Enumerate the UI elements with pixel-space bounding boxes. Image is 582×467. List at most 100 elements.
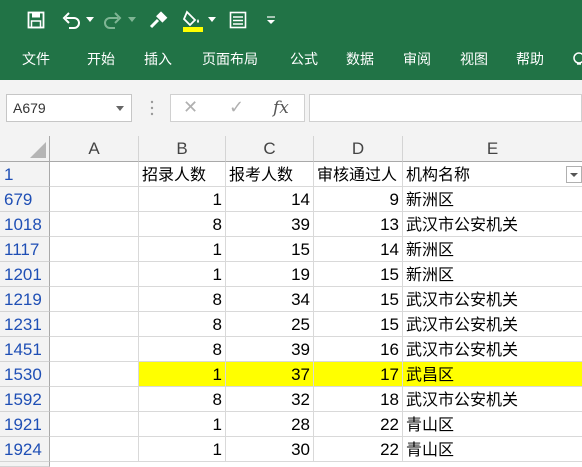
cell-d[interactable]: 16 bbox=[314, 337, 403, 362]
column-header-e[interactable]: E bbox=[403, 136, 582, 162]
column-header-c[interactable]: C bbox=[226, 136, 314, 162]
row-header[interactable]: 1451 bbox=[0, 337, 50, 362]
cell-d[interactable]: 13 bbox=[314, 212, 403, 237]
cell-a1[interactable] bbox=[50, 162, 139, 187]
save-icon[interactable] bbox=[24, 8, 48, 32]
cell-c[interactable]: 15 bbox=[226, 237, 314, 262]
select-all-corner[interactable] bbox=[0, 136, 50, 162]
tab-view[interactable]: 视图 bbox=[460, 40, 488, 80]
enter-button[interactable]: ✓ bbox=[229, 95, 244, 121]
name-box[interactable]: A679 bbox=[6, 94, 132, 122]
cell-e[interactable]: 新洲区 bbox=[403, 237, 582, 262]
column-header-b[interactable]: B bbox=[139, 136, 226, 162]
cell-a[interactable] bbox=[50, 262, 139, 287]
row-header[interactable]: 1231 bbox=[0, 312, 50, 337]
cell-e1[interactable]: 机构名称 bbox=[403, 162, 582, 187]
cell-a[interactable] bbox=[50, 237, 139, 262]
cell-b[interactable]: 8 bbox=[139, 312, 226, 337]
form-icon[interactable] bbox=[226, 8, 250, 32]
cell-c1[interactable]: 报考人数 bbox=[226, 162, 314, 187]
insert-function-button[interactable]: fx bbox=[273, 94, 289, 122]
cell-c[interactable]: 37 bbox=[226, 362, 314, 387]
cell-c[interactable]: 30 bbox=[226, 437, 314, 462]
cell-e[interactable]: 武汉市公安机关 bbox=[403, 387, 582, 412]
cell-b[interactable]: 1 bbox=[139, 437, 226, 462]
cell-e[interactable]: 武汉市公安机关 bbox=[403, 212, 582, 237]
undo-icon[interactable] bbox=[60, 8, 82, 32]
cell-b[interactable]: 1 bbox=[139, 412, 226, 437]
cell-a[interactable] bbox=[50, 387, 139, 412]
cell-e[interactable]: 新洲区 bbox=[403, 262, 582, 287]
cell-b1[interactable]: 招录人数 bbox=[139, 162, 226, 187]
cell-e[interactable]: 青山区 bbox=[403, 437, 582, 462]
redo-dropdown-icon[interactable] bbox=[126, 8, 138, 32]
cancel-button[interactable]: ✕ bbox=[183, 95, 198, 121]
cell-c[interactable]: 28 bbox=[226, 412, 314, 437]
cell-b[interactable]: 1 bbox=[139, 187, 226, 212]
cell-b[interactable]: 1 bbox=[139, 262, 226, 287]
tab-review[interactable]: 审阅 bbox=[403, 40, 431, 80]
tab-insert[interactable]: 插入 bbox=[144, 40, 172, 80]
cell-b[interactable]: 1 bbox=[139, 362, 226, 387]
row-header[interactable]: 1219 bbox=[0, 287, 50, 312]
tab-file[interactable]: 文件 bbox=[22, 40, 50, 80]
cell-c[interactable]: 14 bbox=[226, 187, 314, 212]
cell-b[interactable]: 8 bbox=[139, 212, 226, 237]
cell-d[interactable]: 17 bbox=[314, 362, 403, 387]
cell-d[interactable]: 22 bbox=[314, 412, 403, 437]
cell-d[interactable]: 22 bbox=[314, 437, 403, 462]
row-header[interactable]: 1117 bbox=[0, 237, 50, 262]
fill-color-dropdown-icon[interactable] bbox=[206, 8, 218, 32]
cell-e[interactable]: 新洲区 bbox=[403, 187, 582, 212]
cell-c[interactable]: 39 bbox=[226, 337, 314, 362]
customize-dropdown-icon[interactable] bbox=[264, 8, 278, 32]
tab-help[interactable]: 帮助 bbox=[516, 40, 544, 80]
cell-a[interactable] bbox=[50, 337, 139, 362]
cell-d[interactable]: 15 bbox=[314, 287, 403, 312]
cell-a[interactable] bbox=[50, 212, 139, 237]
cell-e[interactable]: 武昌区 bbox=[403, 362, 582, 387]
cell-a[interactable] bbox=[50, 287, 139, 312]
cell-d[interactable]: 14 bbox=[314, 237, 403, 262]
column-header-a[interactable]: A bbox=[50, 136, 139, 162]
cell-a[interactable] bbox=[50, 362, 139, 387]
cell-e[interactable]: 武汉市公安机关 bbox=[403, 312, 582, 337]
row-header[interactable]: 1921 bbox=[0, 412, 50, 437]
cell-e[interactable]: 青山区 bbox=[403, 412, 582, 437]
cell-e[interactable]: 武汉市公安机关 bbox=[403, 337, 582, 362]
name-box-dropdown-icon[interactable] bbox=[116, 95, 124, 131]
cell-c[interactable]: 25 bbox=[226, 312, 314, 337]
fill-color-icon[interactable] bbox=[180, 8, 206, 32]
cell-d1[interactable]: 审核通过人 bbox=[314, 162, 403, 187]
cell-a[interactable] bbox=[50, 312, 139, 337]
cell-d[interactable]: 15 bbox=[314, 312, 403, 337]
row-header-1[interactable]: 1 bbox=[0, 162, 50, 187]
row-header[interactable]: 1018 bbox=[0, 212, 50, 237]
tab-home[interactable]: 开始 bbox=[87, 40, 115, 80]
row-header[interactable]: 1201 bbox=[0, 262, 50, 287]
tab-data[interactable]: 数据 bbox=[346, 40, 374, 80]
redo-icon[interactable] bbox=[102, 8, 124, 32]
formula-input[interactable] bbox=[309, 94, 582, 122]
row-header[interactable]: 1924 bbox=[0, 437, 50, 462]
tab-page-layout[interactable]: 页面布局 bbox=[202, 40, 258, 80]
tab-formulas[interactable]: 公式 bbox=[290, 40, 318, 80]
cell-d[interactable]: 18 bbox=[314, 387, 403, 412]
cell-b[interactable]: 8 bbox=[139, 287, 226, 312]
cell-c[interactable]: 32 bbox=[226, 387, 314, 412]
row-header[interactable]: 1530 bbox=[0, 362, 50, 387]
cell-a[interactable] bbox=[50, 187, 139, 212]
cell-a[interactable] bbox=[50, 437, 139, 462]
format-painter-icon[interactable] bbox=[146, 8, 170, 32]
cell-b[interactable]: 8 bbox=[139, 337, 226, 362]
cell-b[interactable]: 1 bbox=[139, 237, 226, 262]
column-header-d[interactable]: D bbox=[314, 136, 403, 162]
cell-d[interactable]: 9 bbox=[314, 187, 403, 212]
cell-c[interactable]: 34 bbox=[226, 287, 314, 312]
cell-b[interactable]: 8 bbox=[139, 387, 226, 412]
row-header[interactable]: 679 bbox=[0, 187, 50, 212]
lightbulb-icon[interactable] bbox=[570, 40, 582, 80]
row-header[interactable] bbox=[0, 462, 50, 467]
filter-dropdown-button[interactable] bbox=[566, 166, 582, 183]
undo-dropdown-icon[interactable] bbox=[84, 8, 96, 32]
